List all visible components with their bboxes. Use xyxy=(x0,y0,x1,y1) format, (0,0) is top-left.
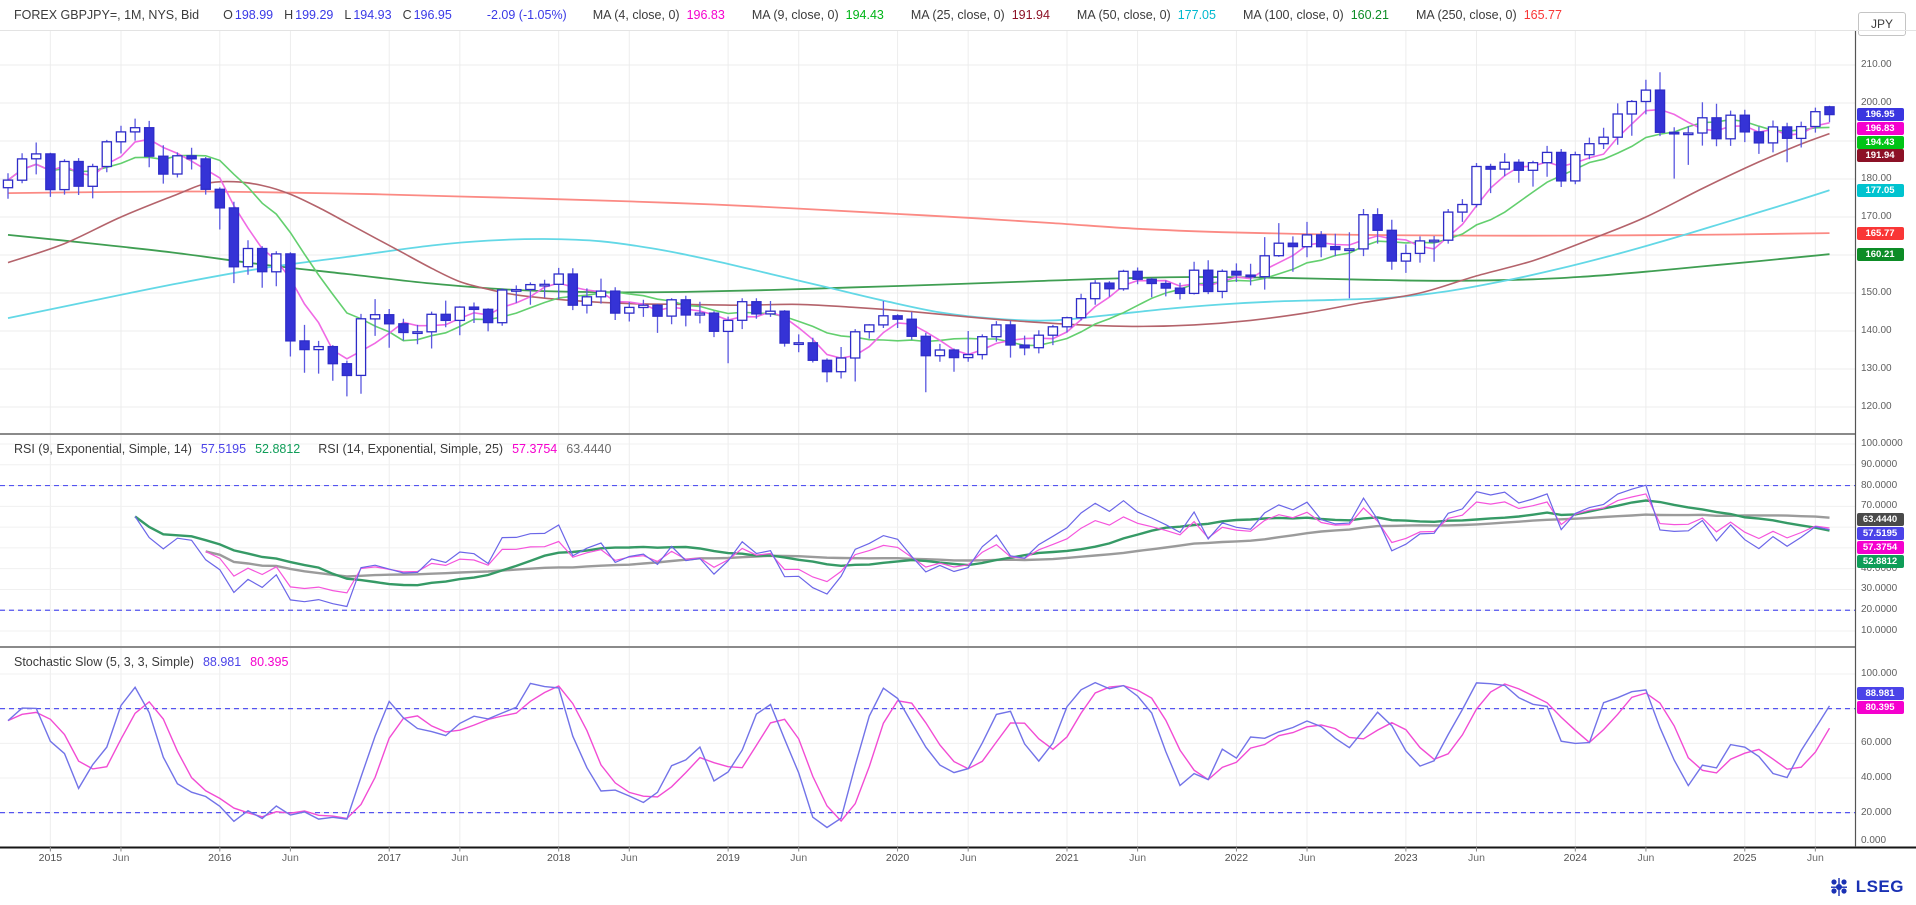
x-axis-label: 2020 xyxy=(886,852,909,864)
stochastic-k-value: 88.981 xyxy=(203,655,241,669)
stoch-axis-label: 40.000 xyxy=(1861,772,1892,784)
stoch-axis-label: 100.000 xyxy=(1861,668,1897,680)
x-axis-label: Jun xyxy=(621,852,638,864)
rsi-axis-label: 80.0000 xyxy=(1861,480,1897,492)
stoch-value-badge: 88.981 xyxy=(1857,687,1904,700)
x-axis-label: 2019 xyxy=(716,852,739,864)
x-axis-label: Jun xyxy=(451,852,468,864)
price-axis-label: 120.00 xyxy=(1861,401,1892,413)
x-axis-label: 2016 xyxy=(208,852,231,864)
stoch-axis-label: 0.000 xyxy=(1861,835,1886,847)
rsi-axis-label: 30.0000 xyxy=(1861,583,1897,595)
stochastic-title[interactable]: Stochastic Slow (5, 3, 3, Simple) xyxy=(14,655,194,669)
price-axis-label: 170.00 xyxy=(1861,211,1892,223)
rsi-value-badge: 63.4440 xyxy=(1857,513,1904,526)
price-axis-label: 140.00 xyxy=(1861,325,1892,337)
rsi-2-value: 57.3754 xyxy=(512,442,557,456)
x-axis-label: Jun xyxy=(1468,852,1485,864)
chart-application: FOREX GBPJPY=, 1M, NYS, Bid O198.99 H199… xyxy=(0,0,1916,905)
lseg-crest-icon xyxy=(1827,875,1851,899)
rsi-axis-label: 20.0000 xyxy=(1861,604,1897,616)
rsi-1-title[interactable]: RSI (9, Exponential, Simple, 14) xyxy=(14,442,192,456)
rsi-2-title[interactable]: RSI (14, Exponential, Simple, 25) xyxy=(318,442,503,456)
x-axis-label: Jun xyxy=(1129,852,1146,864)
x-axis-label: 2018 xyxy=(547,852,570,864)
rsi-value-badge: 57.5195 xyxy=(1857,527,1904,540)
stochastic-d-value: 80.395 xyxy=(250,655,288,669)
rsi-axis-label: 10.0000 xyxy=(1861,625,1897,637)
stoch-value-badge: 80.395 xyxy=(1857,701,1904,714)
x-axis-label: 2022 xyxy=(1225,852,1248,864)
x-axis-label: Jun xyxy=(112,852,129,864)
price-badge: 196.83 xyxy=(1857,122,1904,135)
rsi-2-signal-value: 63.4440 xyxy=(566,442,611,456)
x-axis-label: Jun xyxy=(960,852,977,864)
price-axis-label: 150.00 xyxy=(1861,287,1892,299)
x-axis-label: 2023 xyxy=(1394,852,1417,864)
x-axis-label: Jun xyxy=(1637,852,1654,864)
price-axis-label: 210.00 xyxy=(1861,59,1892,71)
price-badge: 196.95 xyxy=(1857,108,1904,121)
x-axis-label: 2025 xyxy=(1733,852,1756,864)
lseg-logo-text: LSEG xyxy=(1856,877,1904,897)
price-badge: 160.21 xyxy=(1857,248,1904,261)
price-badge: 194.43 xyxy=(1857,136,1904,149)
rsi-axis-label: 70.0000 xyxy=(1861,500,1897,512)
rsi-axis-label: 90.0000 xyxy=(1861,459,1897,471)
price-axis-label: 130.00 xyxy=(1861,363,1892,375)
x-axis-label: 2021 xyxy=(1055,852,1078,864)
rsi-panel-header: RSI (9, Exponential, Simple, 14) 57.5195… xyxy=(14,442,620,456)
rsi-1-signal-value: 52.8812 xyxy=(255,442,300,456)
x-axis-label: Jun xyxy=(790,852,807,864)
x-axis-label: 2017 xyxy=(378,852,401,864)
stochastic-panel-header: Stochastic Slow (5, 3, 3, Simple) 88.981… xyxy=(14,655,297,669)
stoch-axis-label: 60.000 xyxy=(1861,737,1892,749)
lseg-logo: LSEG xyxy=(1827,875,1904,899)
price-badge: 191.94 xyxy=(1857,149,1904,162)
rsi-axis-label: 100.0000 xyxy=(1861,438,1903,450)
price-badge: 165.77 xyxy=(1857,227,1904,240)
rsi-value-badge: 52.8812 xyxy=(1857,555,1904,568)
price-badge: 177.05 xyxy=(1857,184,1904,197)
x-axis-label: Jun xyxy=(1807,852,1824,864)
x-axis-label: Jun xyxy=(1299,852,1316,864)
x-axis-label: Jun xyxy=(282,852,299,864)
rsi-1-value: 57.5195 xyxy=(201,442,246,456)
stoch-axis-label: 20.000 xyxy=(1861,807,1892,819)
x-axis-label: 2024 xyxy=(1564,852,1587,864)
x-axis-label: 2015 xyxy=(39,852,62,864)
rsi-value-badge: 57.3754 xyxy=(1857,541,1904,554)
